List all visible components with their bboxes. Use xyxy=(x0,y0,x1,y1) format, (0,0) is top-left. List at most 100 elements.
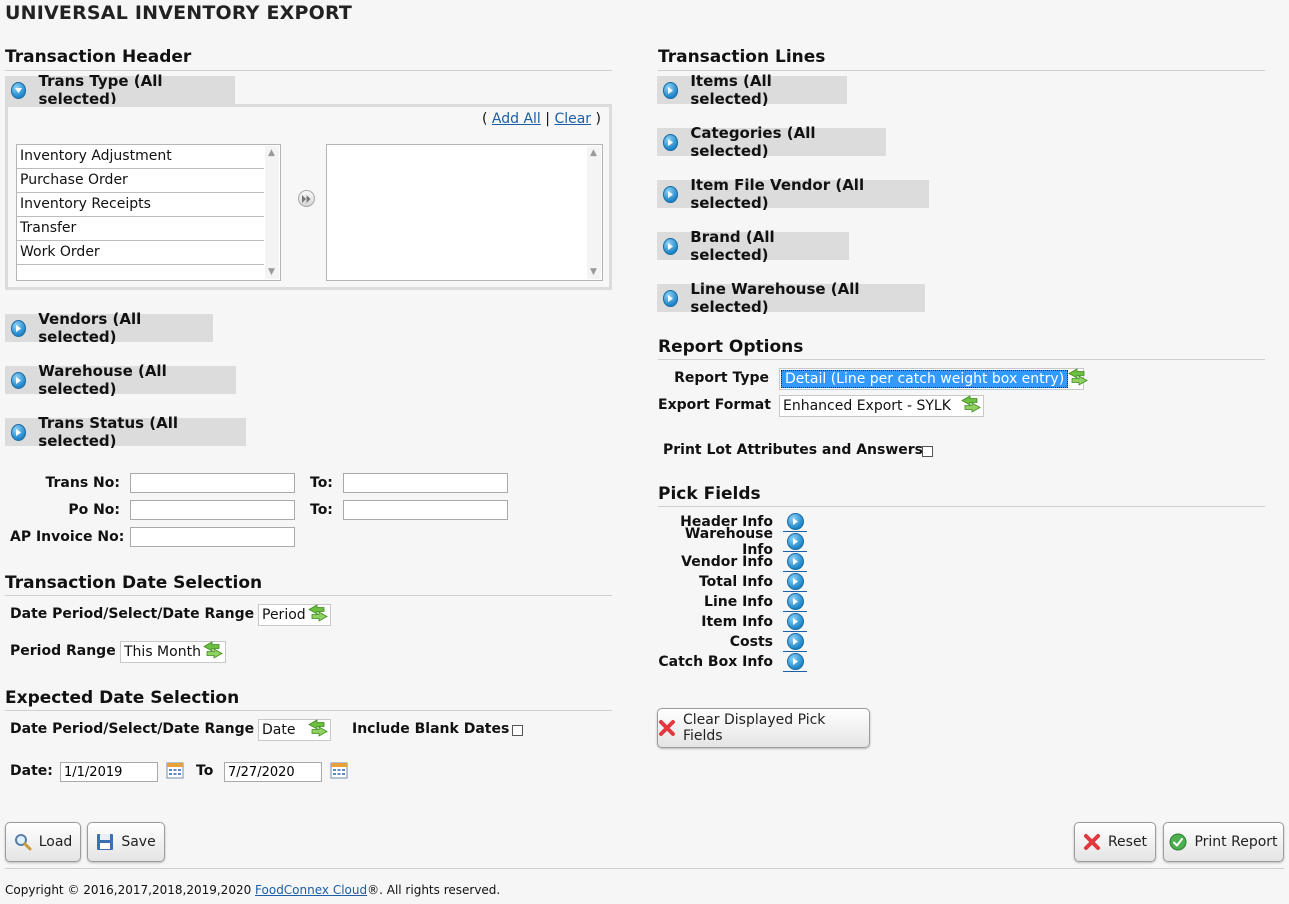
expand-icon xyxy=(663,133,679,151)
expected-date-period-value: Date xyxy=(262,722,296,738)
foodconnex-link[interactable]: FoodConnex Cloud xyxy=(255,883,367,897)
pick-field-costs[interactable]: Costs xyxy=(658,632,807,652)
date-from-input[interactable] xyxy=(60,762,158,782)
expand-icon[interactable] xyxy=(786,592,804,610)
double-arrow-right-icon xyxy=(302,194,311,203)
divider xyxy=(658,70,1265,71)
load-button[interactable]: Load xyxy=(5,822,81,862)
categories-toggle[interactable]: Categories (All selected) xyxy=(657,124,886,160)
clear-link[interactable]: Clear xyxy=(554,111,591,127)
trans-date-period-select[interactable]: Period xyxy=(258,604,331,626)
list-item[interactable]: Work Order xyxy=(17,241,264,265)
pick-field-warehouse-info[interactable]: Warehouse Info xyxy=(658,526,807,558)
divider xyxy=(658,359,1265,360)
red-x-icon xyxy=(658,720,675,736)
transaction-header-title: Transaction Header xyxy=(5,47,192,67)
date-to-input[interactable] xyxy=(224,762,322,782)
list-item[interactable]: Transfer xyxy=(17,217,264,241)
period-range-value: This Month xyxy=(124,644,201,660)
copyright: Copyright © 2016,2017,2018,2019,2020 Foo… xyxy=(5,883,500,897)
trans-status-toggle[interactable]: Trans Status (All selected) xyxy=(5,414,246,450)
print-lot-checkbox[interactable] xyxy=(922,446,933,457)
expand-icon[interactable] xyxy=(786,552,804,570)
pick-field-label: Catch Box Info xyxy=(658,654,773,670)
export-format-value: Enhanced Export - SYLK xyxy=(783,398,951,414)
copyright-suffix: ®. All rights reserved. xyxy=(367,883,501,897)
expected-date-period-select[interactable]: Date xyxy=(258,719,331,741)
green-arrows-icon xyxy=(308,604,328,626)
scrollbar[interactable]: ▲ ▼ xyxy=(587,146,601,279)
vendors-toggle[interactable]: Vendors (All selected) xyxy=(5,310,213,346)
pick-field-item-info[interactable]: Item Info xyxy=(658,612,807,632)
scroll-up-icon[interactable]: ▲ xyxy=(268,148,275,158)
paren-close: ) xyxy=(595,111,601,127)
trans-type-toggle[interactable]: Trans Type (All selected) xyxy=(5,72,235,108)
expand-icon[interactable] xyxy=(786,632,804,650)
report-options-title: Report Options xyxy=(658,337,804,357)
report-type-label: Report Type xyxy=(674,370,769,386)
period-range-select[interactable]: This Month xyxy=(120,641,226,663)
po-no-from-input[interactable] xyxy=(130,500,295,520)
trans-no-from-input[interactable] xyxy=(130,473,295,493)
trans-date-period-label: Date Period/Select/Date Range xyxy=(10,606,255,622)
print-lot-label: Print Lot Attributes and Answers: xyxy=(663,442,929,458)
available-trans-types-list[interactable]: Inventory Adjustment Purchase Order Inve… xyxy=(16,144,281,281)
green-check-icon xyxy=(1169,833,1187,851)
expand-icon[interactable] xyxy=(786,572,804,590)
floppy-disk-icon xyxy=(97,834,114,850)
divider xyxy=(5,595,612,596)
trans-no-to-input[interactable] xyxy=(343,473,508,493)
trans-no-to-label: To: xyxy=(310,475,333,491)
period-range-label: Period Range xyxy=(10,643,116,659)
line-warehouse-toggle[interactable]: Line Warehouse (All selected) xyxy=(657,280,925,316)
divider xyxy=(658,506,1265,507)
calendar-icon[interactable] xyxy=(166,761,184,783)
reset-button[interactable]: Reset xyxy=(1074,822,1156,862)
include-blank-dates-label: Include Blank Dates xyxy=(352,721,510,737)
pick-field-line-info[interactable]: Line Info xyxy=(658,592,807,612)
expand-icon[interactable] xyxy=(786,532,804,550)
ap-invoice-input[interactable] xyxy=(130,527,295,547)
selected-trans-types-list[interactable]: ▲ ▼ xyxy=(326,144,603,281)
pick-field-vendor-info[interactable]: Vendor Info xyxy=(658,552,807,572)
export-format-select[interactable]: Enhanced Export - SYLK xyxy=(779,395,984,417)
reset-label: Reset xyxy=(1107,834,1148,850)
list-item[interactable]: Purchase Order xyxy=(17,169,264,193)
list-item[interactable]: Inventory Receipts xyxy=(17,193,264,217)
trans-type-panel: ( Add All | Clear ) Inventory Adjustment… xyxy=(5,104,612,290)
save-button[interactable]: Save xyxy=(87,822,165,862)
report-type-select[interactable]: Detail (Line per catch weight box entry) xyxy=(779,368,1088,390)
po-no-to-input[interactable] xyxy=(343,500,508,520)
categories-label: Categories (All selected) xyxy=(690,124,816,160)
items-toggle[interactable]: Items (All selected) xyxy=(657,72,847,108)
trans-date-period-value: Period xyxy=(262,607,306,623)
scroll-down-icon[interactable]: ▼ xyxy=(590,267,597,277)
export-format-label: Export Format xyxy=(658,397,771,413)
green-arrows-icon xyxy=(961,395,981,417)
warehouse-toggle[interactable]: Warehouse (All selected) xyxy=(5,362,236,398)
pick-field-catch-box-info[interactable]: Catch Box Info xyxy=(658,652,807,672)
pick-field-total-info[interactable]: Total Info xyxy=(658,572,807,592)
collapse-icon xyxy=(11,81,27,99)
clear-pick-fields-button[interactable]: Clear Displayed Pick Fields xyxy=(657,708,870,748)
scrollbar[interactable]: ▲ ▼ xyxy=(265,146,279,279)
red-x-icon xyxy=(1083,834,1100,850)
calendar-icon[interactable] xyxy=(330,761,348,783)
expand-icon[interactable] xyxy=(786,512,804,530)
scroll-down-icon[interactable]: ▼ xyxy=(268,267,275,277)
item-file-vendor-toggle[interactable]: Item File Vendor (All selected) xyxy=(657,176,929,212)
list-item[interactable]: Inventory Adjustment xyxy=(17,145,264,169)
include-blank-dates-checkbox[interactable] xyxy=(512,725,523,736)
pick-field-label: Total Info xyxy=(698,574,773,590)
footer-divider xyxy=(5,868,1284,869)
add-all-link[interactable]: Add All xyxy=(492,111,541,127)
move-right-button[interactable] xyxy=(298,190,315,207)
green-arrows-icon xyxy=(203,641,223,663)
print-report-button[interactable]: Print Report xyxy=(1163,822,1284,862)
brand-toggle[interactable]: Brand (All selected) xyxy=(657,228,849,264)
expand-icon[interactable] xyxy=(786,652,804,670)
expand-icon[interactable] xyxy=(786,612,804,630)
report-type-value: Detail (Line per catch weight box entry) xyxy=(781,370,1069,388)
pick-field-label: Line Info xyxy=(704,594,773,610)
scroll-up-icon[interactable]: ▲ xyxy=(590,148,597,158)
